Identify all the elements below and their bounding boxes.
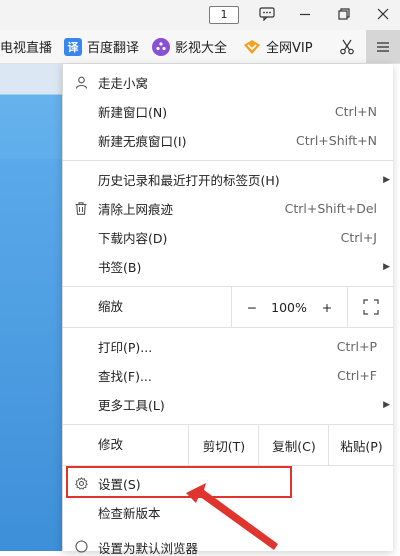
annotation-arrow	[186, 483, 278, 550]
arrow-shape	[186, 483, 278, 550]
